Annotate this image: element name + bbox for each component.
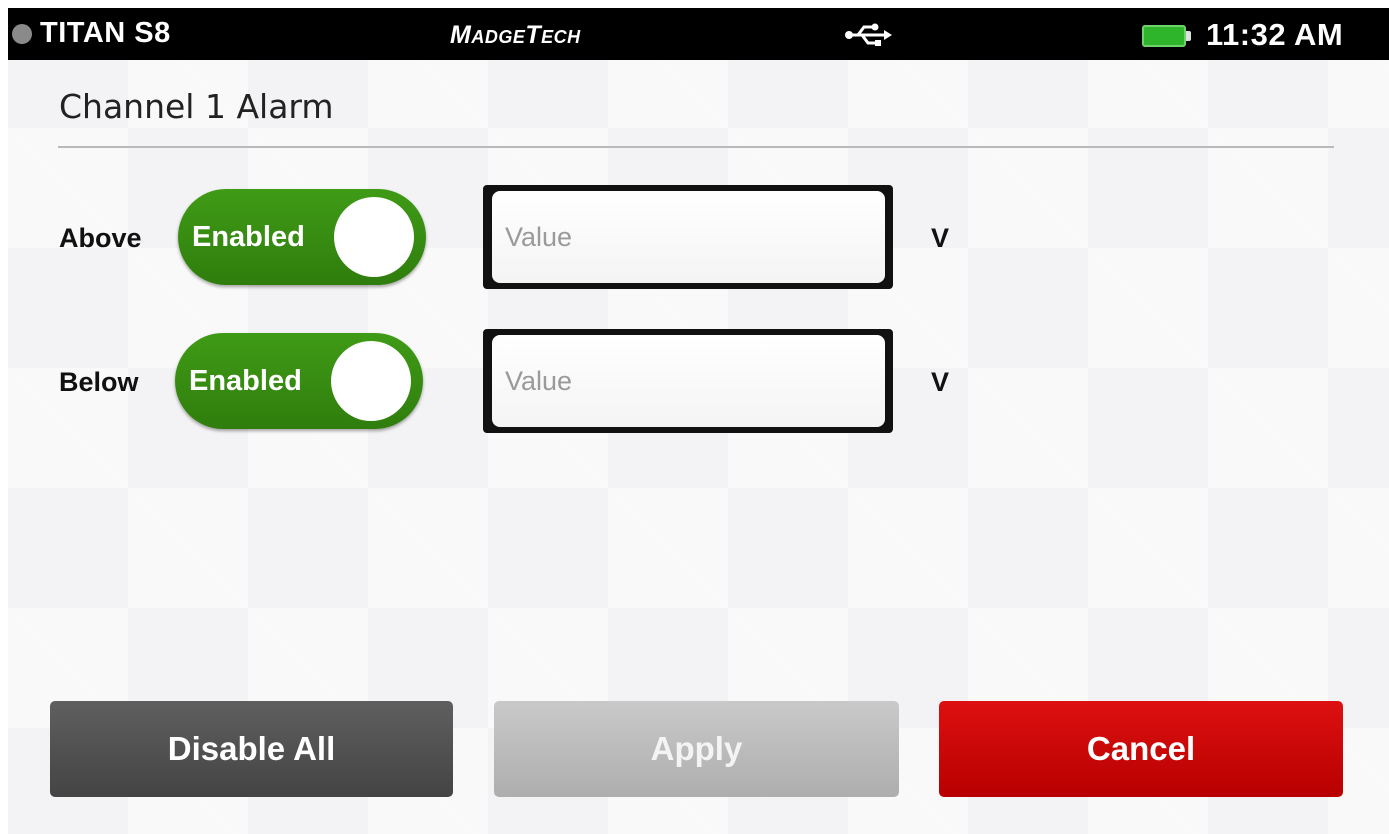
battery-icon	[1142, 25, 1192, 47]
below-unit-label: V	[931, 367, 950, 397]
above-unit-label: V	[931, 223, 950, 253]
usb-icon	[845, 23, 892, 46]
above-label: Above	[59, 223, 142, 253]
above-toggle-label: Enabled	[192, 221, 305, 253]
status-bar: TITAN S8 MadgeTech 11:32 AM	[8, 8, 1389, 60]
above-toggle-knob	[334, 197, 414, 277]
below-enable-toggle[interactable]: Enabled	[175, 333, 423, 429]
above-enable-toggle[interactable]: Enabled	[178, 189, 426, 285]
below-label: Below	[59, 367, 139, 397]
cancel-button[interactable]: Cancel	[939, 701, 1343, 797]
below-toggle-knob	[331, 341, 411, 421]
below-value-input[interactable]	[492, 335, 885, 427]
apply-button[interactable]: Apply	[494, 701, 899, 797]
above-value-input[interactable]	[492, 191, 885, 283]
title-divider	[58, 146, 1334, 148]
brand-logo: MadgeTech	[450, 21, 581, 49]
clock: 11:32 AM	[1206, 17, 1344, 52]
below-toggle-label: Enabled	[189, 365, 302, 397]
below-value-frame	[483, 329, 893, 433]
page-title: Channel 1 Alarm	[59, 87, 334, 126]
above-value-frame	[483, 185, 893, 289]
device-name: TITAN S8	[40, 17, 171, 49]
status-dot-icon	[12, 24, 32, 44]
device-screen: TITAN S8 MadgeTech 11:32 AM Channel 1 Al…	[8, 8, 1389, 834]
disable-all-button[interactable]: Disable All	[50, 701, 453, 797]
